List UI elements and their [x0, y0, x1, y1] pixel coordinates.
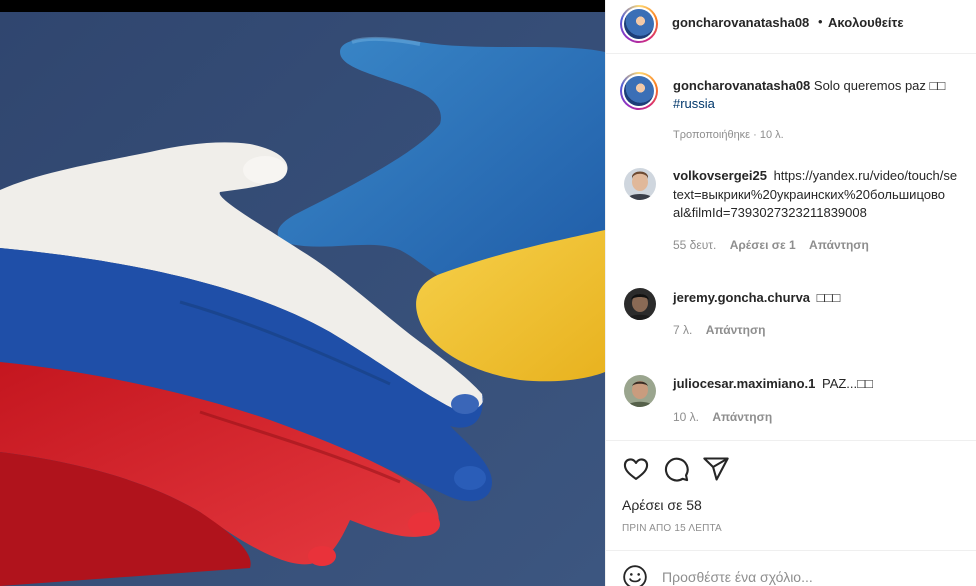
- comment-body: □□□: [816, 290, 841, 305]
- comment-meta: 10 λ. Απάντηση: [673, 410, 772, 424]
- add-comment-bar: Προσθέστε ένα σχόλιο...: [606, 550, 976, 586]
- comment-line-1: volkovsergei25 https://yandex.ru/video/t…: [673, 167, 957, 185]
- commenter-avatar[interactable]: [624, 288, 656, 320]
- follow-separator: •: [818, 14, 823, 29]
- reply-button[interactable]: Απάντηση: [712, 410, 772, 424]
- comment-username[interactable]: jeremy.goncha.churva: [673, 290, 810, 305]
- hashtag-link[interactable]: #russia: [673, 95, 715, 113]
- handshake-flags-image: [0, 12, 605, 586]
- caption-username[interactable]: goncharovanatasha08: [673, 78, 810, 93]
- comment-text: jeremy.goncha.churva □□□: [673, 289, 840, 307]
- heart-icon[interactable]: [622, 455, 650, 483]
- comment-body: PAZ...□□: [821, 376, 873, 391]
- caption-body: Solo queremos paz: [813, 78, 926, 93]
- caption-edited-time: Τροποποιήθηκε · 10 λ.: [673, 129, 784, 141]
- posted-time[interactable]: ΠΡΙΝ ΑΠΟ 15 ΛΕΠΤΑ: [622, 523, 722, 534]
- comment-meta: 7 λ. Απάντηση: [673, 323, 765, 337]
- comment-link-part-3[interactable]: al&filmId=7393027323211839008: [673, 204, 867, 222]
- post-header: goncharovanatasha08 • Ακολουθείτε: [606, 0, 976, 54]
- caption-emoji: □□: [929, 78, 946, 93]
- comment-meta: 55 δευτ. Αρέσει σε 1 Απάντηση: [673, 238, 869, 252]
- comment-text: juliocesar.maximiano.1 PAZ...□□: [673, 375, 873, 393]
- comment-link-part-1[interactable]: https://yandex.ru/video/touch/se: [774, 168, 958, 183]
- comment-username[interactable]: juliocesar.maximiano.1: [673, 376, 815, 391]
- author-avatar[interactable]: [620, 5, 658, 43]
- commenter-avatar[interactable]: [624, 375, 656, 407]
- comment-link-part-2[interactable]: text=выкрики%20украинских%20большицово: [673, 186, 945, 204]
- comment-time: 7 λ.: [673, 323, 693, 337]
- comment-likes[interactable]: Αρέσει σε 1: [730, 238, 796, 252]
- comment-username[interactable]: volkovsergei25: [673, 168, 767, 183]
- caption-avatar[interactable]: [620, 72, 658, 110]
- comment-time: 55 δευτ.: [673, 238, 717, 252]
- image-top-bar: [0, 0, 605, 12]
- post-image[interactable]: [0, 0, 605, 586]
- caption-text: goncharovanatasha08 Solo queremos paz □□: [673, 77, 945, 95]
- comment-icon[interactable]: [662, 455, 690, 483]
- reply-button[interactable]: Απάντηση: [706, 323, 766, 337]
- likes-count[interactable]: Αρέσει σε 58: [622, 497, 702, 513]
- comment-time: 10 λ.: [673, 410, 700, 424]
- commenter-avatar[interactable]: [624, 168, 656, 200]
- share-icon[interactable]: [702, 455, 730, 483]
- comment-input[interactable]: Προσθέστε ένα σχόλιο...: [662, 569, 813, 585]
- post-actions: Αρέσει σε 58 ΠΡΙΝ ΑΠΟ 15 ΛΕΠΤΑ: [606, 440, 976, 550]
- author-username[interactable]: goncharovanatasha08: [672, 15, 809, 30]
- following-button[interactable]: Ακολουθείτε: [828, 15, 904, 30]
- emoji-icon[interactable]: [622, 564, 648, 586]
- reply-button[interactable]: Απάντηση: [809, 238, 869, 252]
- post-side-panel: goncharovanatasha08 • Ακολουθείτε goncha…: [605, 0, 976, 586]
